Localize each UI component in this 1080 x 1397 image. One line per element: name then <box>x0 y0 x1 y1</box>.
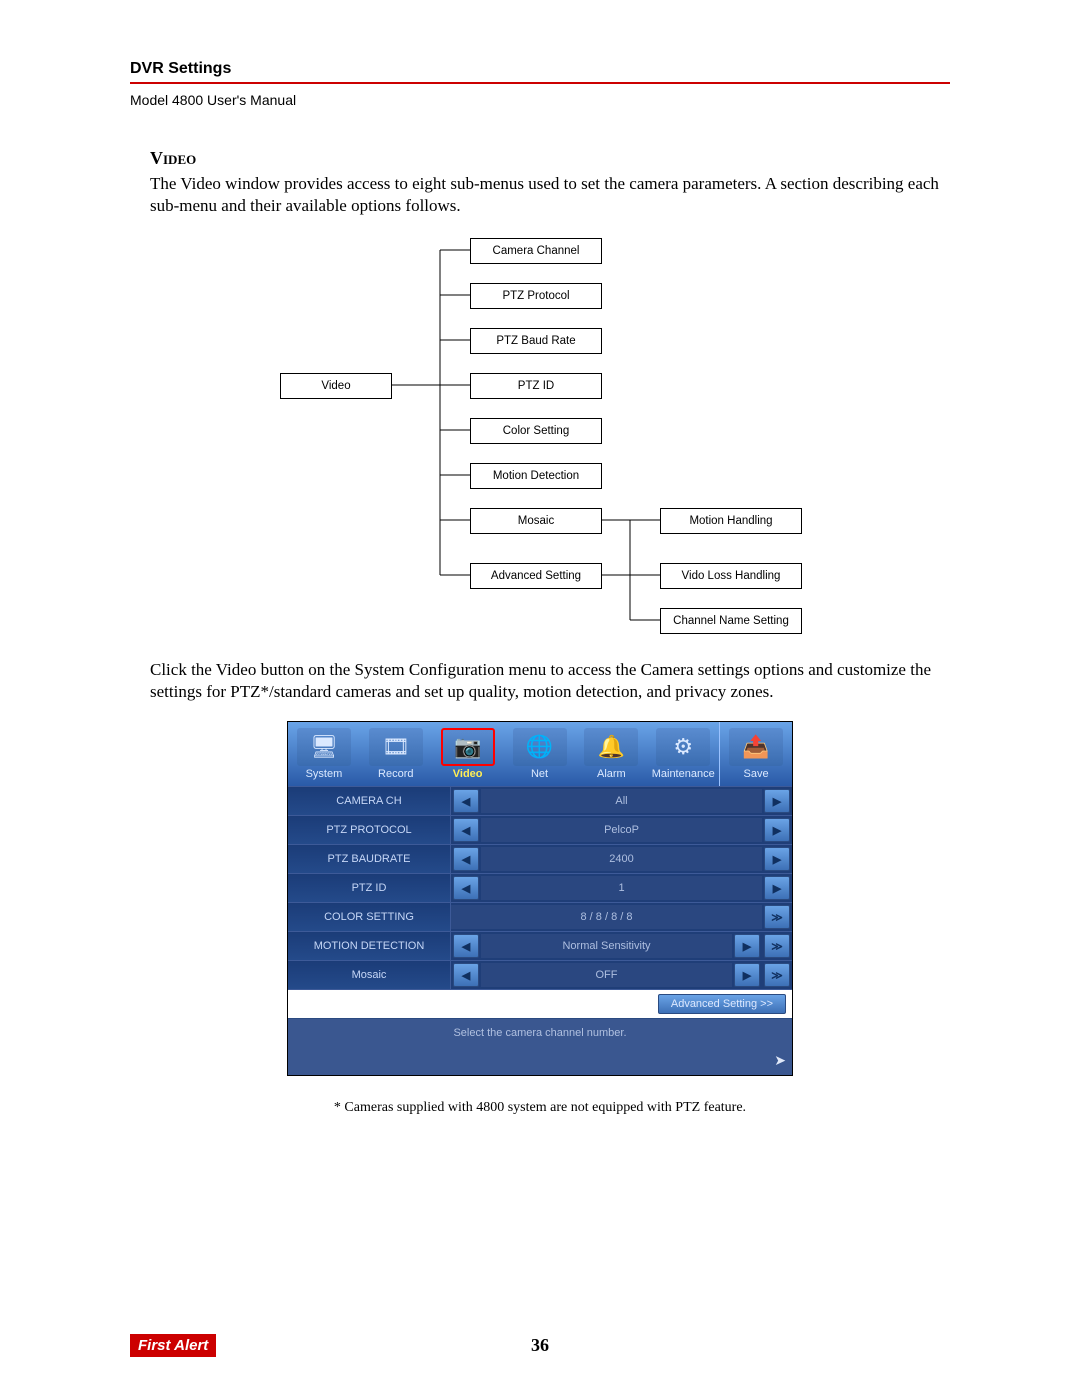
row-value: OFF <box>481 963 732 987</box>
row-label: MOTION DETECTION <box>288 932 451 960</box>
page-number: 36 <box>531 1335 549 1356</box>
tab-label: Net <box>504 768 576 780</box>
more-button[interactable]: ≫ <box>764 905 790 929</box>
net-icon: 🌐 <box>513 728 567 766</box>
settings-row: PTZ PROTOCOL◀PelcoP▶ <box>288 815 792 844</box>
cursor-icon: ➤ <box>774 1052 786 1069</box>
row-label: PTZ PROTOCOL <box>288 816 451 844</box>
tab-label: Save <box>720 768 792 780</box>
diagram-child-5: Motion Detection <box>470 463 602 489</box>
diagram-adv-1: Vido Loss Handling <box>660 563 802 589</box>
diagram-child-1: PTZ Protocol <box>470 283 602 309</box>
next-arrow-button[interactable]: ▶ <box>764 789 790 813</box>
page-subtitle: Model 4800 User's Manual <box>130 92 950 108</box>
footnote: * Cameras supplied with 4800 system are … <box>130 1100 950 1116</box>
settings-row: MOTION DETECTION◀Normal Sensitivity▶≫ <box>288 931 792 960</box>
row-value: 1 <box>481 876 762 900</box>
hint-bar: Select the camera channel number. ➤ <box>288 1018 792 1075</box>
tab-video[interactable]: 📷 Video <box>432 722 504 786</box>
page-header-title: DVR Settings <box>130 60 950 78</box>
advanced-setting-button[interactable]: Advanced Setting >> <box>658 994 786 1014</box>
hint-text: Select the camera channel number. <box>453 1027 626 1039</box>
row-value-area: ◀PelcoP▶ <box>451 816 792 844</box>
record-icon: 🎞 <box>369 728 423 766</box>
next-arrow-button[interactable]: ▶ <box>734 934 760 958</box>
header-rule <box>130 82 950 84</box>
prev-arrow-button[interactable]: ◀ <box>453 789 479 813</box>
row-value-area: 8 / 8 / 8 / 8≫ <box>451 903 792 931</box>
next-arrow-button[interactable]: ▶ <box>764 818 790 842</box>
row-value: 8 / 8 / 8 / 8 <box>451 905 762 929</box>
row-label: COLOR SETTING <box>288 903 451 931</box>
prev-arrow-button[interactable]: ◀ <box>453 934 479 958</box>
prev-arrow-button[interactable]: ◀ <box>453 818 479 842</box>
row-value-area: ◀1▶ <box>451 874 792 902</box>
prev-arrow-button[interactable]: ◀ <box>453 876 479 900</box>
more-button[interactable]: ≫ <box>764 934 790 958</box>
settings-row: PTZ BAUDRATE◀2400▶ <box>288 844 792 873</box>
row-label: Mosaic <box>288 961 451 989</box>
diagram-child-3: PTZ ID <box>470 373 602 399</box>
tab-label: Video <box>432 768 504 780</box>
tab-alarm[interactable]: 🔔 Alarm <box>575 722 647 786</box>
next-arrow-button[interactable]: ▶ <box>764 876 790 900</box>
diagram-child-2: PTZ Baud Rate <box>470 328 602 354</box>
next-arrow-button[interactable]: ▶ <box>734 963 760 987</box>
diagram-adv-0: Motion Handling <box>660 508 802 534</box>
section-heading-video: Video <box>150 148 950 169</box>
row-label: PTZ BAUDRATE <box>288 845 451 873</box>
diagram-child-4: Color Setting <box>470 418 602 444</box>
row-value: 2400 <box>481 847 762 871</box>
prev-arrow-button[interactable]: ◀ <box>453 963 479 987</box>
prev-arrow-button[interactable]: ◀ <box>453 847 479 871</box>
settings-row: COLOR SETTING8 / 8 / 8 / 8≫ <box>288 902 792 931</box>
save-icon: 📤 <box>729 728 783 766</box>
row-value-area: ◀2400▶ <box>451 845 792 873</box>
row-label: CAMERA CH <box>288 787 451 815</box>
row-value-area: ◀Normal Sensitivity▶≫ <box>451 932 792 960</box>
tab-record[interactable]: 🎞 Record <box>360 722 432 786</box>
tab-label: Record <box>360 768 432 780</box>
row-value: PelcoP <box>481 818 762 842</box>
system-icon: 🖥 <box>297 728 351 766</box>
dvr-video-settings-screenshot: 🖥 System 🎞 Record 📷 Video 🌐 Net 🔔 Alarm ⚙ Maintenan… <box>287 721 793 1076</box>
advanced-setting-row: Advanced Setting >> <box>288 989 792 1018</box>
tab-net[interactable]: 🌐 Net <box>504 722 576 786</box>
paragraph-1: The Video window provides access to eigh… <box>150 173 950 217</box>
diagram-root: Video <box>280 373 392 399</box>
diagram-child-6: Mosaic <box>470 508 602 534</box>
alarm-icon: 🔔 <box>584 728 638 766</box>
settings-row: Mosaic◀OFF▶≫ <box>288 960 792 989</box>
diagram-adv-2: Channel Name Setting <box>660 608 802 634</box>
tab-label: Maintenance <box>647 768 719 780</box>
tab-save[interactable]: 📤 Save <box>719 722 792 786</box>
video-icon: 📷 <box>441 728 495 766</box>
diagram-child-7: Advanced Setting <box>470 563 602 589</box>
next-arrow-button[interactable]: ▶ <box>764 847 790 871</box>
row-value: Normal Sensitivity <box>481 934 732 958</box>
maintenance-icon: ⚙ <box>656 728 710 766</box>
paragraph-2: Click the Video button on the System Con… <box>150 659 950 703</box>
row-value-area: ◀All▶ <box>451 787 792 815</box>
settings-row: PTZ ID◀1▶ <box>288 873 792 902</box>
tab-label: System <box>288 768 360 780</box>
tab-system[interactable]: 🖥 System <box>288 722 360 786</box>
row-label: PTZ ID <box>288 874 451 902</box>
row-value: All <box>481 789 762 813</box>
tab-label: Alarm <box>575 768 647 780</box>
more-button[interactable]: ≫ <box>764 963 790 987</box>
diagram-child-0: Camera Channel <box>470 238 602 264</box>
video-submenu-diagram: Video Camera Channel PTZ Protocol PTZ Ba… <box>260 235 820 635</box>
first-alert-logo: First Alert <box>130 1334 216 1357</box>
settings-row: CAMERA CH◀All▶ <box>288 786 792 815</box>
tab-maintenance[interactable]: ⚙ Maintenance <box>647 722 719 786</box>
row-value-area: ◀OFF▶≫ <box>451 961 792 989</box>
